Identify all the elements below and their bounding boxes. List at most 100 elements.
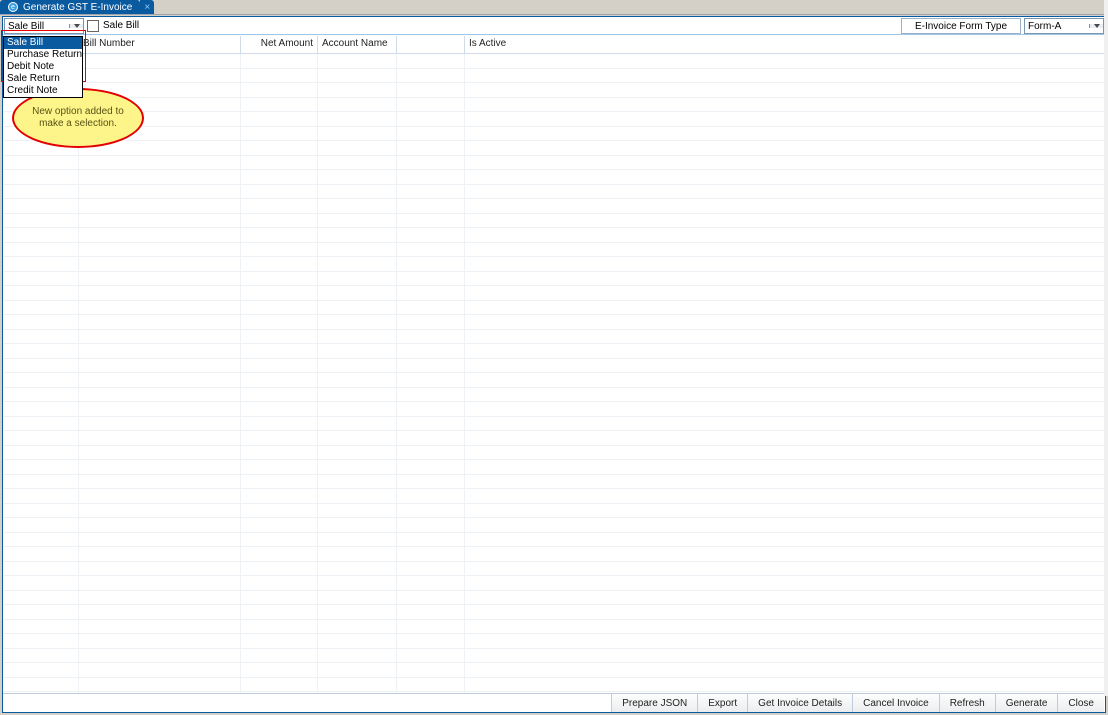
col-is-active[interactable]: Is Active bbox=[465, 36, 1105, 54]
table-row[interactable] bbox=[3, 605, 1105, 620]
table-row[interactable] bbox=[3, 69, 1105, 84]
table-cell bbox=[465, 620, 1105, 634]
bill-type-combo-button[interactable] bbox=[69, 24, 83, 28]
dropdown-item[interactable]: Credit Note bbox=[4, 85, 82, 97]
table-row[interactable] bbox=[3, 98, 1105, 113]
sale-bill-checkbox-wrap[interactable]: Sale Bill bbox=[87, 17, 139, 34]
get-invoice-details-button[interactable]: Get Invoice Details bbox=[747, 694, 852, 712]
table-cell bbox=[318, 620, 397, 634]
table-cell bbox=[397, 330, 465, 344]
grid: Date Bill Number Net Amount Account Name… bbox=[3, 36, 1105, 693]
table-cell bbox=[79, 591, 241, 605]
table-row[interactable] bbox=[3, 243, 1105, 258]
grid-body[interactable] bbox=[3, 54, 1105, 693]
col-bill-label: Bill Number bbox=[83, 38, 135, 49]
table-row[interactable] bbox=[3, 359, 1105, 374]
table-row[interactable] bbox=[3, 214, 1105, 229]
table-row[interactable] bbox=[3, 373, 1105, 388]
dropdown-item[interactable]: Debit Note bbox=[4, 61, 82, 73]
table-row[interactable] bbox=[3, 315, 1105, 330]
table-row[interactable] bbox=[3, 518, 1105, 533]
sale-bill-checkbox-label: Sale Bill bbox=[103, 20, 139, 31]
table-row[interactable] bbox=[3, 460, 1105, 475]
table-row[interactable] bbox=[3, 83, 1105, 98]
close-button[interactable]: Close bbox=[1057, 694, 1104, 712]
table-row[interactable] bbox=[3, 127, 1105, 142]
table-cell bbox=[465, 547, 1105, 561]
export-button[interactable]: Export bbox=[697, 694, 747, 712]
table-row[interactable] bbox=[3, 562, 1105, 577]
table-row[interactable] bbox=[3, 663, 1105, 678]
table-row[interactable] bbox=[3, 576, 1105, 591]
dropdown-item[interactable]: Sale Return bbox=[4, 73, 82, 85]
table-row[interactable] bbox=[3, 489, 1105, 504]
table-row[interactable] bbox=[3, 417, 1105, 432]
scroll-strip[interactable] bbox=[1104, 0, 1108, 696]
table-cell bbox=[397, 228, 465, 242]
table-row[interactable] bbox=[3, 112, 1105, 127]
table-row[interactable] bbox=[3, 547, 1105, 562]
table-row[interactable] bbox=[3, 649, 1105, 664]
table-cell bbox=[397, 533, 465, 547]
bill-type-dropdown-list[interactable]: Sale BillPurchase ReturnDebit NoteSale R… bbox=[3, 36, 83, 98]
table-cell bbox=[465, 127, 1105, 141]
col-net-amount[interactable]: Net Amount bbox=[241, 36, 318, 54]
table-cell bbox=[465, 54, 1105, 68]
table-row[interactable] bbox=[3, 431, 1105, 446]
table-cell bbox=[79, 199, 241, 213]
table-cell bbox=[79, 185, 241, 199]
table-row[interactable] bbox=[3, 344, 1105, 359]
prepare-json-button[interactable]: Prepare JSON bbox=[611, 694, 697, 712]
table-row[interactable] bbox=[3, 199, 1105, 214]
table-cell bbox=[79, 678, 241, 692]
table-row[interactable] bbox=[3, 475, 1105, 490]
sale-bill-checkbox[interactable] bbox=[87, 20, 99, 32]
table-cell bbox=[397, 69, 465, 83]
bill-type-combo[interactable]: Sale Bill bbox=[4, 18, 84, 34]
table-row[interactable] bbox=[3, 141, 1105, 156]
form-type-combo[interactable]: Form-A bbox=[1024, 18, 1104, 34]
table-row[interactable] bbox=[3, 257, 1105, 272]
table-row[interactable] bbox=[3, 634, 1105, 649]
table-cell bbox=[318, 98, 397, 112]
table-row[interactable] bbox=[3, 185, 1105, 200]
tab-generate-einvoice[interactable]: e Generate GST E-Invoice bbox=[0, 0, 140, 14]
dropdown-item[interactable]: Purchase Return bbox=[4, 49, 82, 61]
col-account-name[interactable]: Account Name bbox=[318, 36, 397, 54]
refresh-button[interactable]: Refresh bbox=[939, 694, 995, 712]
table-cell bbox=[318, 301, 397, 315]
table-row[interactable] bbox=[3, 286, 1105, 301]
table-cell bbox=[79, 547, 241, 561]
table-row[interactable] bbox=[3, 678, 1105, 693]
table-row[interactable] bbox=[3, 272, 1105, 287]
table-row[interactable] bbox=[3, 591, 1105, 606]
table-cell bbox=[241, 199, 318, 213]
table-row[interactable] bbox=[3, 504, 1105, 519]
table-cell bbox=[397, 605, 465, 619]
table-row[interactable] bbox=[3, 446, 1105, 461]
table-cell bbox=[397, 388, 465, 402]
table-cell bbox=[397, 460, 465, 474]
generate-button[interactable]: Generate bbox=[995, 694, 1058, 712]
col-bill-number[interactable]: Bill Number bbox=[79, 36, 241, 54]
table-row[interactable] bbox=[3, 388, 1105, 403]
tab-close-button[interactable]: × bbox=[140, 0, 154, 14]
cancel-invoice-button[interactable]: Cancel Invoice bbox=[852, 694, 939, 712]
table-cell bbox=[465, 417, 1105, 431]
table-row[interactable] bbox=[3, 228, 1105, 243]
table-cell bbox=[318, 185, 397, 199]
form-type-combo-button[interactable] bbox=[1089, 24, 1103, 28]
tab-bar: e Generate GST E-Invoice × bbox=[0, 0, 1108, 15]
table-row[interactable] bbox=[3, 620, 1105, 635]
table-row[interactable] bbox=[3, 170, 1105, 185]
dropdown-item[interactable]: Sale Bill bbox=[4, 37, 82, 49]
table-cell bbox=[318, 518, 397, 532]
table-row[interactable] bbox=[3, 54, 1105, 69]
table-cell bbox=[3, 504, 79, 518]
table-cell bbox=[465, 156, 1105, 170]
table-row[interactable] bbox=[3, 301, 1105, 316]
table-row[interactable] bbox=[3, 330, 1105, 345]
table-row[interactable] bbox=[3, 156, 1105, 171]
table-row[interactable] bbox=[3, 533, 1105, 548]
table-row[interactable] bbox=[3, 402, 1105, 417]
